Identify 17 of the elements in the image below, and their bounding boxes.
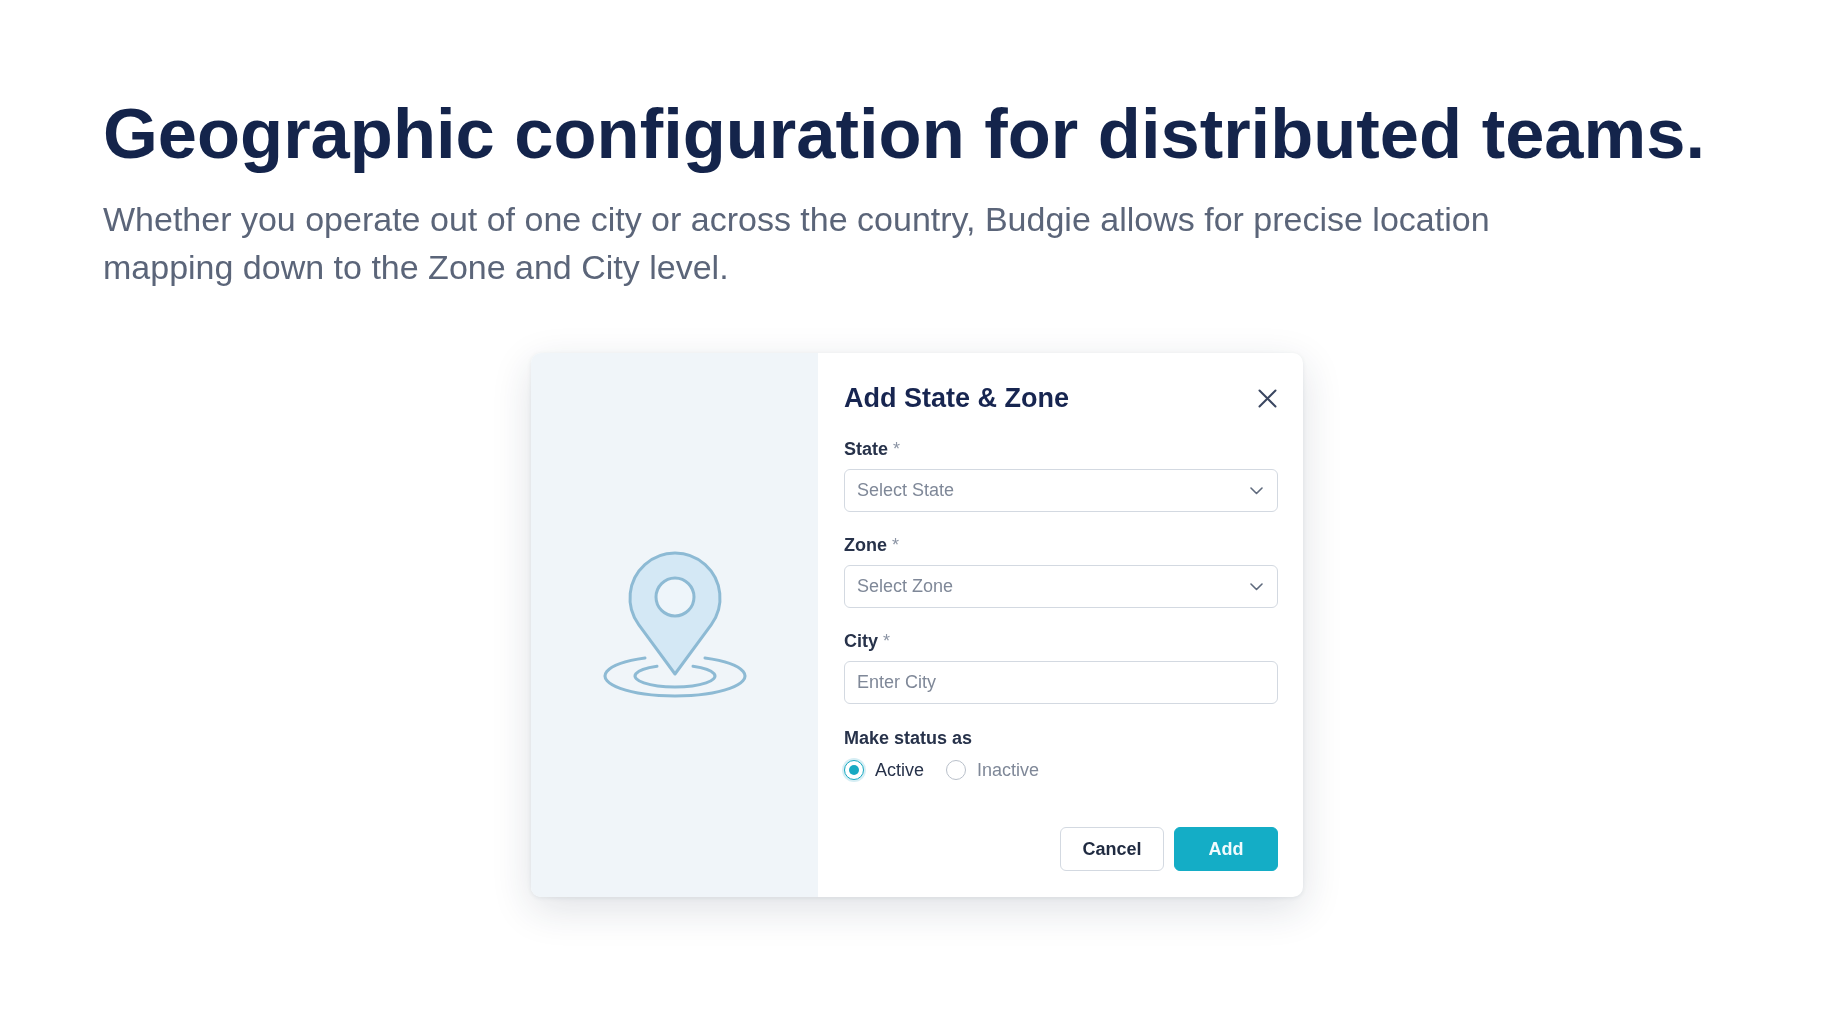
cancel-button[interactable]: Cancel xyxy=(1060,827,1164,871)
radio-option[interactable]: Active xyxy=(844,759,925,781)
close-icon xyxy=(1257,388,1277,408)
page-heading: Geographic configuration for distributed teams. xyxy=(103,93,1706,175)
chevron-down-icon xyxy=(1250,486,1263,495)
text-input[interactable]: Enter City xyxy=(844,661,1278,704)
field-label: Make status as xyxy=(844,727,973,749)
field-label: City * xyxy=(844,630,891,652)
page-description: Whether you operate out of one city or across the country, Budgie allows for precise location mapping down to the Zone and City level. xyxy=(103,199,1491,288)
dialog-title: Add State & Zone xyxy=(844,382,1069,415)
field-label: Zone * xyxy=(844,534,900,556)
dropdown-field[interactable]: Select Zone xyxy=(844,565,1278,608)
dropdown-field[interactable]: Select State xyxy=(844,469,1278,512)
radio-option[interactable]: Inactive xyxy=(946,759,1040,781)
field-label: State * xyxy=(844,438,901,460)
chevron-down-icon xyxy=(1250,582,1263,591)
add-button[interactable]: Add xyxy=(1174,827,1278,871)
